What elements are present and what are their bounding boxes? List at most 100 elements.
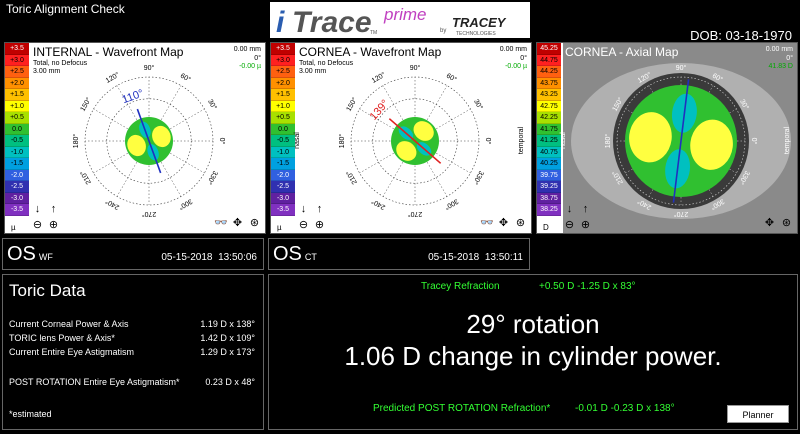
scale-unit: µ bbox=[11, 223, 16, 232]
map-readout: 0.00 mm 0° -0.00 µ bbox=[233, 46, 261, 70]
zoom-tools: ⊖ ⊕ bbox=[297, 219, 326, 232]
eye-label: OS CT bbox=[273, 243, 317, 265]
tracey-refraction-label: Tracey Refraction bbox=[421, 281, 500, 292]
angle-label: 0° bbox=[484, 138, 492, 145]
angle-label: 90° bbox=[676, 64, 687, 72]
zoom-tools: ⊖ ⊕ bbox=[31, 219, 60, 232]
settings-icon[interactable]: ⊛ bbox=[248, 216, 261, 229]
scale-step: -1.0 bbox=[271, 146, 295, 158]
glasses-icon[interactable]: 👓 bbox=[214, 216, 228, 229]
toric-row: TORIC lens Power & Axis* 1.42 D x 109° bbox=[9, 333, 255, 343]
scale-step: +1.0 bbox=[271, 100, 295, 112]
zoom-out-icon[interactable]: ⊖ bbox=[31, 219, 44, 232]
settings-icon[interactable]: ⊛ bbox=[514, 216, 527, 229]
scale-step: +3.5 bbox=[271, 43, 295, 55]
date-of-birth: DOB: 03-18-1970 bbox=[690, 28, 792, 43]
angle-label: 330° bbox=[205, 169, 219, 186]
map-subtitle: Total, no Defocus 3.00 mm bbox=[33, 60, 88, 75]
move-icon[interactable]: ✥ bbox=[763, 216, 776, 229]
scale-step: 42.75 bbox=[537, 100, 561, 112]
angle-label: 60° bbox=[179, 72, 192, 84]
map-readout: 0.00 mm 0° 41.83 D bbox=[765, 46, 793, 70]
zoom-out-icon[interactable]: ⊖ bbox=[297, 219, 310, 232]
scale-step: 39.75 bbox=[537, 169, 561, 181]
scale-unit: µ bbox=[277, 223, 282, 232]
arrow-up-icon[interactable]: ↑ bbox=[313, 203, 326, 216]
scale-step: +3.5 bbox=[5, 43, 29, 55]
angle-label: 90° bbox=[410, 64, 421, 72]
view-tools: ✥ ⊛ bbox=[763, 216, 793, 229]
scale-step: -3.5 bbox=[5, 204, 29, 216]
logo-trace: Trace bbox=[292, 6, 372, 38]
glasses-icon[interactable]: 👓 bbox=[480, 216, 494, 229]
axis-angle-label: 110° bbox=[121, 87, 146, 106]
arrow-down-icon[interactable]: ↓ bbox=[563, 203, 576, 216]
scale-step: -0.5 bbox=[271, 135, 295, 147]
angle-label: 240° bbox=[370, 197, 387, 211]
angle-label: 30° bbox=[206, 98, 218, 111]
zoom-in-icon[interactable]: ⊕ bbox=[47, 219, 60, 232]
scale-step: -3.0 bbox=[271, 192, 295, 204]
view-tools: 👓 ✥ ⊛ bbox=[480, 216, 527, 229]
map-tools: ↓ ↑ bbox=[31, 203, 60, 216]
settings-icon[interactable]: ⊛ bbox=[780, 216, 793, 229]
scale-step: 41.75 bbox=[537, 123, 561, 135]
angle-label: 180° bbox=[604, 134, 612, 149]
logo-tm: TM bbox=[370, 30, 377, 36]
toric-row: Current Entire Eye Astigmatism 1.29 D x 1… bbox=[9, 347, 255, 357]
arrow-up-icon[interactable]: ↑ bbox=[47, 203, 60, 216]
angle-label: 300° bbox=[177, 197, 194, 211]
angle-label: 120° bbox=[104, 71, 121, 85]
scale-step: -2.0 bbox=[5, 169, 29, 181]
eye-label: OS WF bbox=[7, 243, 53, 265]
scale-step: -2.5 bbox=[5, 181, 29, 193]
scale-step: +1.0 bbox=[5, 100, 29, 112]
exam-datetime: 05-15-2018 13:50:11 bbox=[428, 252, 523, 263]
scale-step: 44.25 bbox=[537, 66, 561, 78]
scale-step: +0.5 bbox=[5, 112, 29, 124]
scale-unit: D bbox=[543, 223, 549, 232]
zoom-in-icon[interactable]: ⊕ bbox=[579, 219, 592, 232]
angle-label: 90° bbox=[144, 64, 155, 72]
scale-step: -3.5 bbox=[271, 204, 295, 216]
scale-step: +1.5 bbox=[271, 89, 295, 101]
logo-by: by bbox=[440, 28, 446, 34]
internal-wavefront-map-panel: +3.5 +3.0 +2.5 +2.0 +1.5 +1.0 +0.5 0.0 -0.5 -1.0-… bbox=[4, 42, 266, 234]
move-icon[interactable]: ✥ bbox=[231, 216, 244, 229]
angle-label: 240° bbox=[104, 197, 121, 211]
logo-brand: TRACEY bbox=[452, 15, 507, 30]
scale-step: 0.0 bbox=[271, 123, 295, 135]
arrow-down-icon[interactable]: ↓ bbox=[31, 203, 44, 216]
angle-label: 330° bbox=[471, 169, 485, 186]
map-tools: ↓ ↑ bbox=[297, 203, 326, 216]
zoom-tools: ⊖ ⊕ bbox=[563, 219, 592, 232]
exam-info-ct[interactable]: OS CT 05-15-2018 13:50:11 bbox=[268, 238, 530, 270]
scale-step: +2.5 bbox=[271, 66, 295, 78]
angle-label: 270° bbox=[408, 210, 423, 218]
estimated-note: *estimated bbox=[9, 409, 52, 419]
scale-step: -2.0 bbox=[271, 169, 295, 181]
scale-step: 42.25 bbox=[537, 112, 561, 124]
arrow-down-icon[interactable]: ↓ bbox=[297, 203, 310, 216]
angle-label: 60° bbox=[445, 72, 458, 84]
angle-label: 150° bbox=[345, 96, 359, 113]
scale-step: 38.25 bbox=[537, 204, 561, 216]
toric-data-heading: Toric Data bbox=[9, 281, 86, 300]
scale-step: 0.0 bbox=[5, 123, 29, 135]
zoom-out-icon[interactable]: ⊖ bbox=[563, 219, 576, 232]
move-icon[interactable]: ✥ bbox=[497, 216, 510, 229]
angle-label: 0° bbox=[218, 138, 226, 145]
side-label-temporal: temporal bbox=[783, 126, 791, 155]
predicted-refraction-value: -0.01 D -0.23 D x 138° bbox=[575, 403, 675, 414]
arrow-up-icon[interactable]: ↑ bbox=[579, 203, 592, 216]
view-tools: 👓 ✥ ⊛ bbox=[214, 216, 261, 229]
axis-angle-label: 139° bbox=[368, 98, 392, 123]
planner-button[interactable]: Planner bbox=[727, 405, 789, 423]
scale-step: -0.5 bbox=[5, 135, 29, 147]
map-tools: ↓ ↑ bbox=[563, 203, 592, 216]
scale-step: +0.5 bbox=[271, 112, 295, 124]
color-scale: +3.5 +3.0 +2.5 +2.0 +1.5 +1.0 +0.5 0.0 -0.5 -1.0-… bbox=[271, 43, 295, 216]
zoom-in-icon[interactable]: ⊕ bbox=[313, 219, 326, 232]
rotation-result-panel: Tracey Refraction +0.50 D -1.25 D x 83° … bbox=[268, 274, 798, 430]
exam-info-wf[interactable]: OS WF 05-15-2018 13:50:06 bbox=[2, 238, 264, 270]
